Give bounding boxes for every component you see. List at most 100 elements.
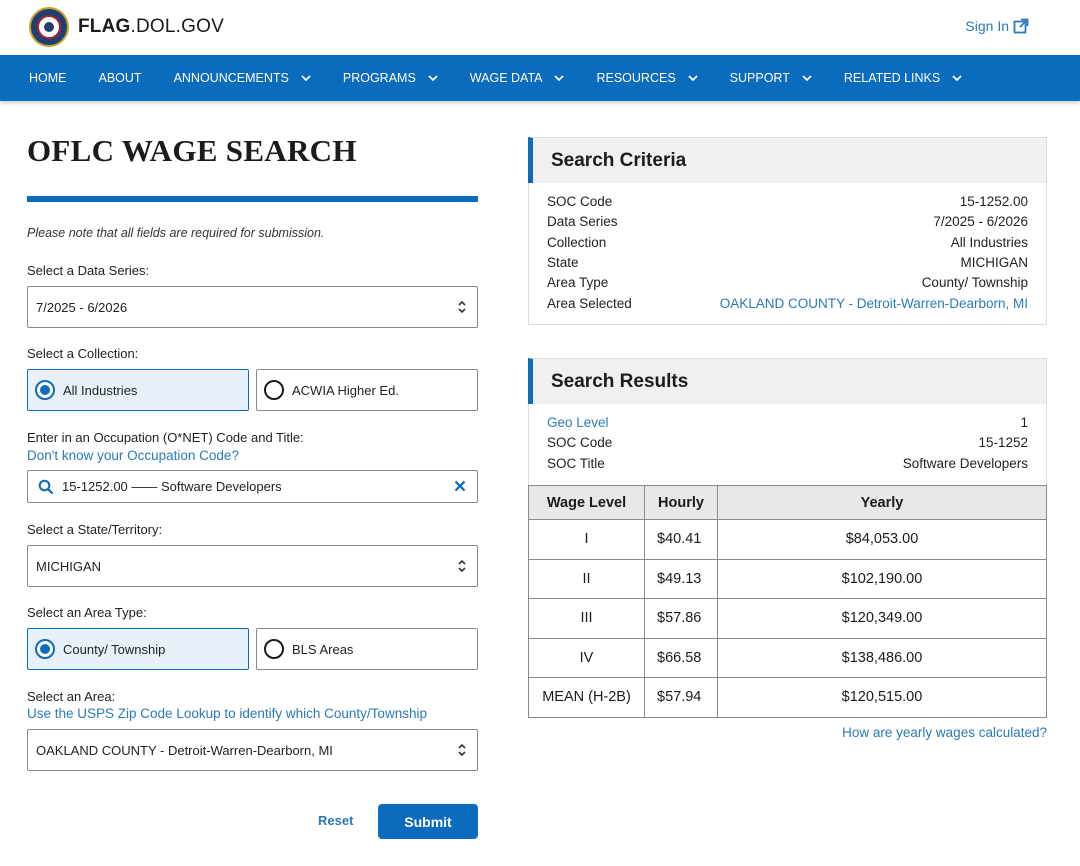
state-select[interactable]: MICHIGAN [27,545,478,587]
detail-value: All Industries [950,234,1028,250]
radio-county-township[interactable]: County/ Township [27,628,249,670]
detail-row: Area Type County/ Township [547,275,1028,295]
detail-key: SOC Title [547,455,605,471]
nav-item-announcements[interactable]: ANNOUNCEMENTS [174,71,311,85]
collection-radio-group: All Industries ACWIA Higher Ed. [27,369,478,411]
title-divider [27,196,478,202]
detail-row: Collection All Industries [547,235,1028,255]
reset-button[interactable]: Reset [318,813,353,828]
table-cell: $84,053.00 [717,519,1047,560]
nav-item-label: RELATED LINKS [843,71,941,85]
criteria-panel: SOC Code 15-1252.00 Data Series 7/2025 - 6/… [528,183,1047,325]
occupation-label: Enter in an Occupation (O*NET) Code and … [27,430,304,445]
detail-value[interactable]: OAKLAND COUNTY - Detroit-Warren-Dearborn… [720,296,1028,311]
nav-item-about[interactable]: ABOUT [99,71,142,85]
detail-key[interactable]: Geo Level [547,415,609,430]
state-value: MICHIGAN [36,558,101,574]
nav-item-label: RESOURCES [596,71,676,85]
dol-seal-icon[interactable] [29,7,69,47]
table-cell: IV [528,637,645,678]
radio-acwia-higher-ed[interactable]: ACWIA Higher Ed. [256,369,478,411]
detail-value: 15-1252.00 [959,194,1028,209]
radio-all-industries[interactable]: All Industries [27,369,249,411]
occupation-value: 15-1252.00 —— Software Developers [62,479,282,494]
detail-key: SOC Code [547,435,613,451]
table-cell: $49.13 [644,558,718,599]
table-cell: MEAN (H-2B) [528,677,645,718]
chevron-down-icon[interactable] [554,73,565,83]
detail-row: Area Selected OAKLAND COUNTY - Detroit-Wa… [547,296,1028,316]
detail-key: State [547,254,579,270]
search-icon [38,479,54,494]
nav-item-resources[interactable]: RESOURCES [596,71,698,85]
nav-item-wage-data[interactable]: WAGE DATA [470,71,565,85]
submit-button[interactable]: Submit [378,804,478,839]
detail-key: Area Selected [547,295,632,311]
table-cell: $102,190.00 [717,558,1047,599]
area-select[interactable]: OAKLAND COUNTY - Detroit-Warren-Dearborn… [27,729,478,771]
occupation-search-input[interactable]: 15-1252.00 —— Software Developers [27,470,478,503]
nav-item-label: HOME [29,71,67,85]
zip-lookup-link[interactable]: Use the USPS Zip Code Lookup to identify… [27,706,427,721]
area-type-radio-group: County/ Township BLS Areas [27,628,478,670]
table-cell: III [528,598,645,639]
results-panel: Geo Level 1 SOC Code 15-1252 SOC Title Softwa… [528,404,1047,486]
site-brand[interactable]: FLAG.DOL.GOV [78,16,224,38]
column-header: Wage Level [528,485,645,520]
table-row: I $40.41 $84,053.00 [528,519,1047,560]
table-header-row: Wage Level Hourly Yearly [528,485,1047,520]
nav-item-home[interactable]: HOME [29,71,67,85]
occupation-help-link[interactable]: Don't know your Occupation Code? [27,448,239,463]
nav-item-programs[interactable]: PROGRAMS [343,71,438,85]
data-series-select[interactable]: 7/2025 - 6/2026 [27,286,478,328]
chevron-down-icon[interactable] [952,73,962,83]
radio-bls-areas[interactable]: BLS Areas [256,628,478,670]
table-row: II $49.13 $102,190.00 [528,558,1047,599]
chevron-down-icon[interactable] [301,73,311,83]
select-caret-icon [458,559,466,573]
detail-key: SOC Code [547,194,613,209]
table-cell: II [528,558,645,599]
detail-row: SOC Title Software Developers [547,456,1028,476]
detail-value: 1 [1020,415,1028,430]
clear-icon[interactable] [453,479,467,493]
detail-row: Geo Level 1 [547,415,1028,435]
data-series-label: Select a Data Series: [27,263,150,278]
radio-label: ACWIA Higher Ed. [292,382,399,398]
nav-item-support[interactable]: SUPPORT [730,71,812,85]
radio-unselected-icon [264,639,284,659]
collection-label: Select a Collection: [27,346,139,361]
detail-value: MICHIGAN [960,254,1029,270]
table-cell: $40.41 [644,519,718,560]
chevron-down-icon[interactable] [428,73,438,83]
data-series-value: 7/2025 - 6/2026 [36,299,128,315]
wage-table: Wage Level Hourly Yearly I $40.41 $84,053.… [528,485,1047,718]
table-cell: $57.86 [644,598,718,639]
nav-item-label: PROGRAMS [342,71,416,85]
table-cell: $138,486.00 [717,637,1047,678]
column-header: Hourly [644,485,718,520]
state-label: Select a State/Territory: [27,522,163,537]
results-panel-title: Search Results [528,358,1047,404]
radio-label: All Industries [63,382,138,398]
yearly-wage-calc-link[interactable]: How are yearly wages calculated? [842,725,1047,740]
detail-row: Data Series 7/2025 - 6/2026 [547,214,1028,234]
detail-value: 7/2025 - 6/2026 [933,214,1028,230]
table-cell: $120,515.00 [717,677,1047,718]
select-caret-icon [458,743,466,757]
nav-item-label: ANNOUNCEMENTS [173,71,289,85]
detail-value: Software Developers [902,455,1028,471]
chevron-down-icon[interactable] [688,73,698,83]
area-type-label: Select an Area Type: [27,605,147,620]
detail-key: Area Type [547,275,609,291]
sign-in-link[interactable]: Sign In [965,18,1029,34]
area-value: OAKLAND COUNTY - Detroit-Warren-Dearborn… [36,742,333,758]
detail-value: 15-1252 [978,435,1028,451]
site-header: FLAG.DOL.GOV Sign In [0,0,1080,55]
required-note: Please note that all fields are required… [27,226,325,240]
nav-item-related-links[interactable]: RELATED LINKS [844,71,962,85]
chevron-down-icon[interactable] [802,73,812,83]
detail-row: SOC Code 15-1252 [547,435,1028,455]
nav-item-label: ABOUT [98,71,142,85]
page-title: OFLC WAGE SEARCH [27,133,357,168]
